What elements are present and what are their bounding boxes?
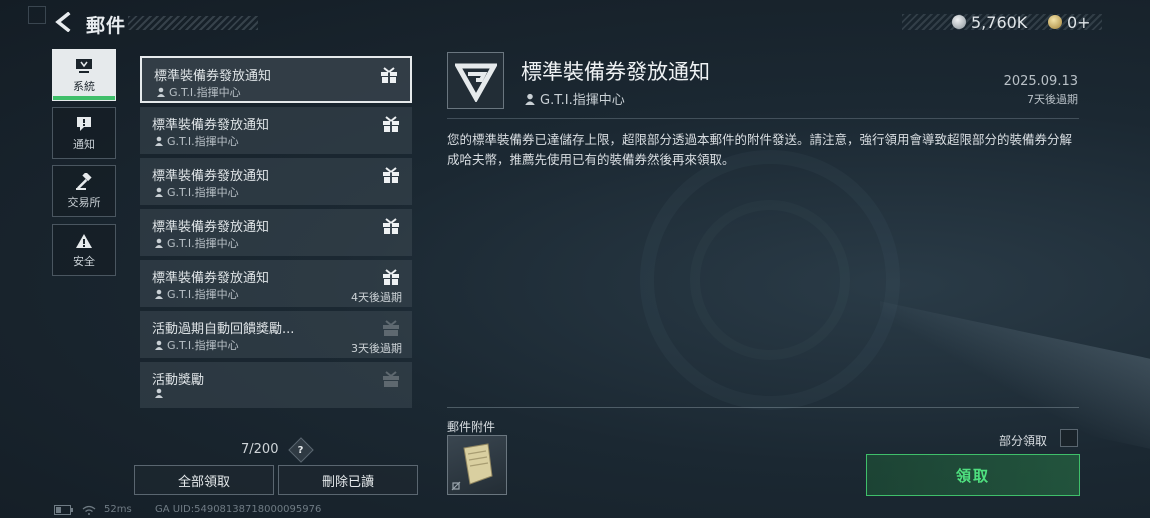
person-icon [155, 238, 163, 248]
status-bar: 52ms [54, 504, 132, 515]
currency-gold-value: 0+ [1067, 12, 1091, 32]
back-button[interactable] [52, 10, 76, 34]
mail-item-expire: 4天後過期 [351, 291, 402, 304]
gift-icon [383, 218, 399, 234]
mail-item-title: 標準裝備券發放通知 [152, 220, 270, 235]
mail-item[interactable]: 標準裝備券發放通知 G.T.I.指揮中心 [140, 209, 412, 256]
gift-icon [383, 269, 399, 285]
tab-system-label: 系統 [73, 79, 95, 93]
corner-marker [28, 6, 46, 24]
mail-detail-body: 您的標準裝備券已達儲存上限，超限部分透過本郵件的附件發送。請注意，強行領用會導致… [447, 132, 1073, 167]
mail-item-sender-name: G.T.I.指揮中心 [167, 186, 239, 199]
mail-detail-sender: G.T.I.指揮中心 [524, 89, 625, 108]
wifi-icon [82, 505, 96, 515]
gift-icon [383, 167, 399, 183]
mail-list[interactable]: 標準裝備券發放通知 G.T.I.指揮中心 標準裝備券發放通知 G.T.I.指揮中… [140, 56, 413, 408]
person-icon [155, 340, 163, 350]
tab-exchange[interactable]: 交易所 [52, 165, 116, 217]
mail-item-title: 標準裝備券發放通知 [154, 69, 272, 84]
claim-all-button[interactable]: 全部領取 [134, 465, 274, 495]
mail-item[interactable]: 活動獎勵 [140, 362, 412, 408]
person-icon [155, 388, 163, 398]
equipment-voucher-icon [451, 443, 493, 491]
background-light-streak [880, 301, 1150, 449]
ping-value: 52ms [104, 504, 132, 515]
mail-item[interactable]: 活動過期自動回饋獎勵... G.T.I.指揮中心 3天後過期 [140, 311, 412, 358]
tab-security-label: 安全 [73, 254, 95, 268]
page-title: 郵件 [86, 15, 127, 37]
mail-item-title: 活動獎勵 [152, 373, 205, 388]
mail-count: 7/200 [241, 442, 279, 457]
claim-button[interactable]: 領取 [866, 454, 1080, 496]
warning-icon [74, 232, 94, 250]
currency-silver[interactable]: 5,760K [952, 12, 1027, 32]
gift-icon [383, 371, 399, 387]
person-icon [155, 136, 163, 146]
divider [447, 407, 1079, 408]
currency-gold[interactable]: 0+ [1048, 12, 1091, 32]
mail-detail-sender-name: G.T.I.指揮中心 [540, 93, 625, 108]
delete-read-button[interactable]: 刪除已讀 [278, 465, 418, 495]
sender-logo [447, 52, 504, 109]
mail-item-sender-name: G.T.I.指揮中心 [167, 339, 239, 352]
partial-claim-checkbox[interactable] [1060, 429, 1078, 447]
tab-security[interactable]: 安全 [52, 224, 116, 276]
tab-exchange-label: 交易所 [67, 195, 101, 209]
monitor-icon [74, 57, 94, 75]
mail-item-title: 活動過期自動回饋獎勵... [152, 322, 295, 337]
mail-item-sender: G.T.I.指揮中心 [154, 184, 239, 200]
partial-claim-label: 部分領取 [999, 434, 1048, 448]
mail-item-title: 標準裝備券發放通知 [152, 271, 270, 286]
attachment-item[interactable] [447, 435, 507, 495]
hammer-icon [74, 172, 94, 191]
mail-item-title: 標準裝備券發放通知 [152, 169, 270, 184]
person-icon [155, 187, 163, 197]
mail-item[interactable]: 標準裝備券發放通知 G.T.I.指揮中心 4天後過期 [140, 260, 412, 307]
user-uid: GA UID:54908138718000095976 [155, 504, 322, 515]
silver-coin-icon [952, 15, 966, 29]
gift-icon [383, 320, 399, 336]
tab-system[interactable]: 系統 [52, 49, 116, 101]
tab-notice-label: 通知 [73, 137, 95, 151]
person-icon [525, 93, 535, 105]
mail-item-sender: G.T.I.指揮中心 [154, 235, 239, 251]
mail-item[interactable]: 標準裝備券發放通知 G.T.I.指揮中心 [140, 56, 412, 103]
background-emblem-inner [690, 200, 850, 360]
person-icon [155, 289, 163, 299]
mail-item-sender-name: G.T.I.指揮中心 [167, 288, 239, 301]
mail-item-sender: G.T.I.指揮中心 [156, 84, 241, 100]
mail-item-sender [154, 388, 167, 398]
exclamation-icon [74, 115, 94, 133]
mail-item-sender-name: G.T.I.指揮中心 [167, 135, 239, 148]
mail-item-sender-name: G.T.I.指揮中心 [167, 237, 239, 250]
mail-item-title: 標準裝備券發放通知 [152, 118, 270, 133]
gold-coin-icon [1048, 15, 1062, 29]
tab-notice[interactable]: 通知 [52, 107, 116, 159]
divider [447, 118, 1079, 119]
gift-icon [383, 116, 399, 132]
person-icon [157, 87, 165, 97]
mail-detail-title: 標準裝備券發放通知 [521, 60, 710, 84]
mail-detail-expire: 7天後過期 [1027, 93, 1078, 106]
mail-item-expire: 3天後過期 [351, 342, 402, 355]
mail-item[interactable]: 標準裝備券發放通知 G.T.I.指揮中心 [140, 107, 412, 154]
mail-item-sender: G.T.I.指揮中心 [154, 133, 239, 149]
mail-item-sender-name: G.T.I.指揮中心 [169, 86, 241, 99]
attachment-label: 郵件附件 [447, 420, 496, 434]
currency-silver-value: 5,760K [971, 12, 1028, 32]
mail-detail-date: 2025.09.13 [1003, 74, 1078, 89]
back-arrow-icon [55, 12, 71, 32]
mail-item-sender: G.T.I.指揮中心 [154, 286, 239, 302]
gti-logo-icon [454, 63, 497, 102]
mail-item-sender: G.T.I.指揮中心 [154, 337, 239, 353]
mail-item[interactable]: 標準裝備券發放通知 G.T.I.指揮中心 [140, 158, 412, 205]
help-button[interactable]: ? [288, 437, 314, 463]
gift-icon [381, 67, 397, 83]
title-hatch-decoration [128, 16, 258, 30]
help-icon: ? [298, 444, 304, 456]
battery-icon [54, 504, 73, 515]
